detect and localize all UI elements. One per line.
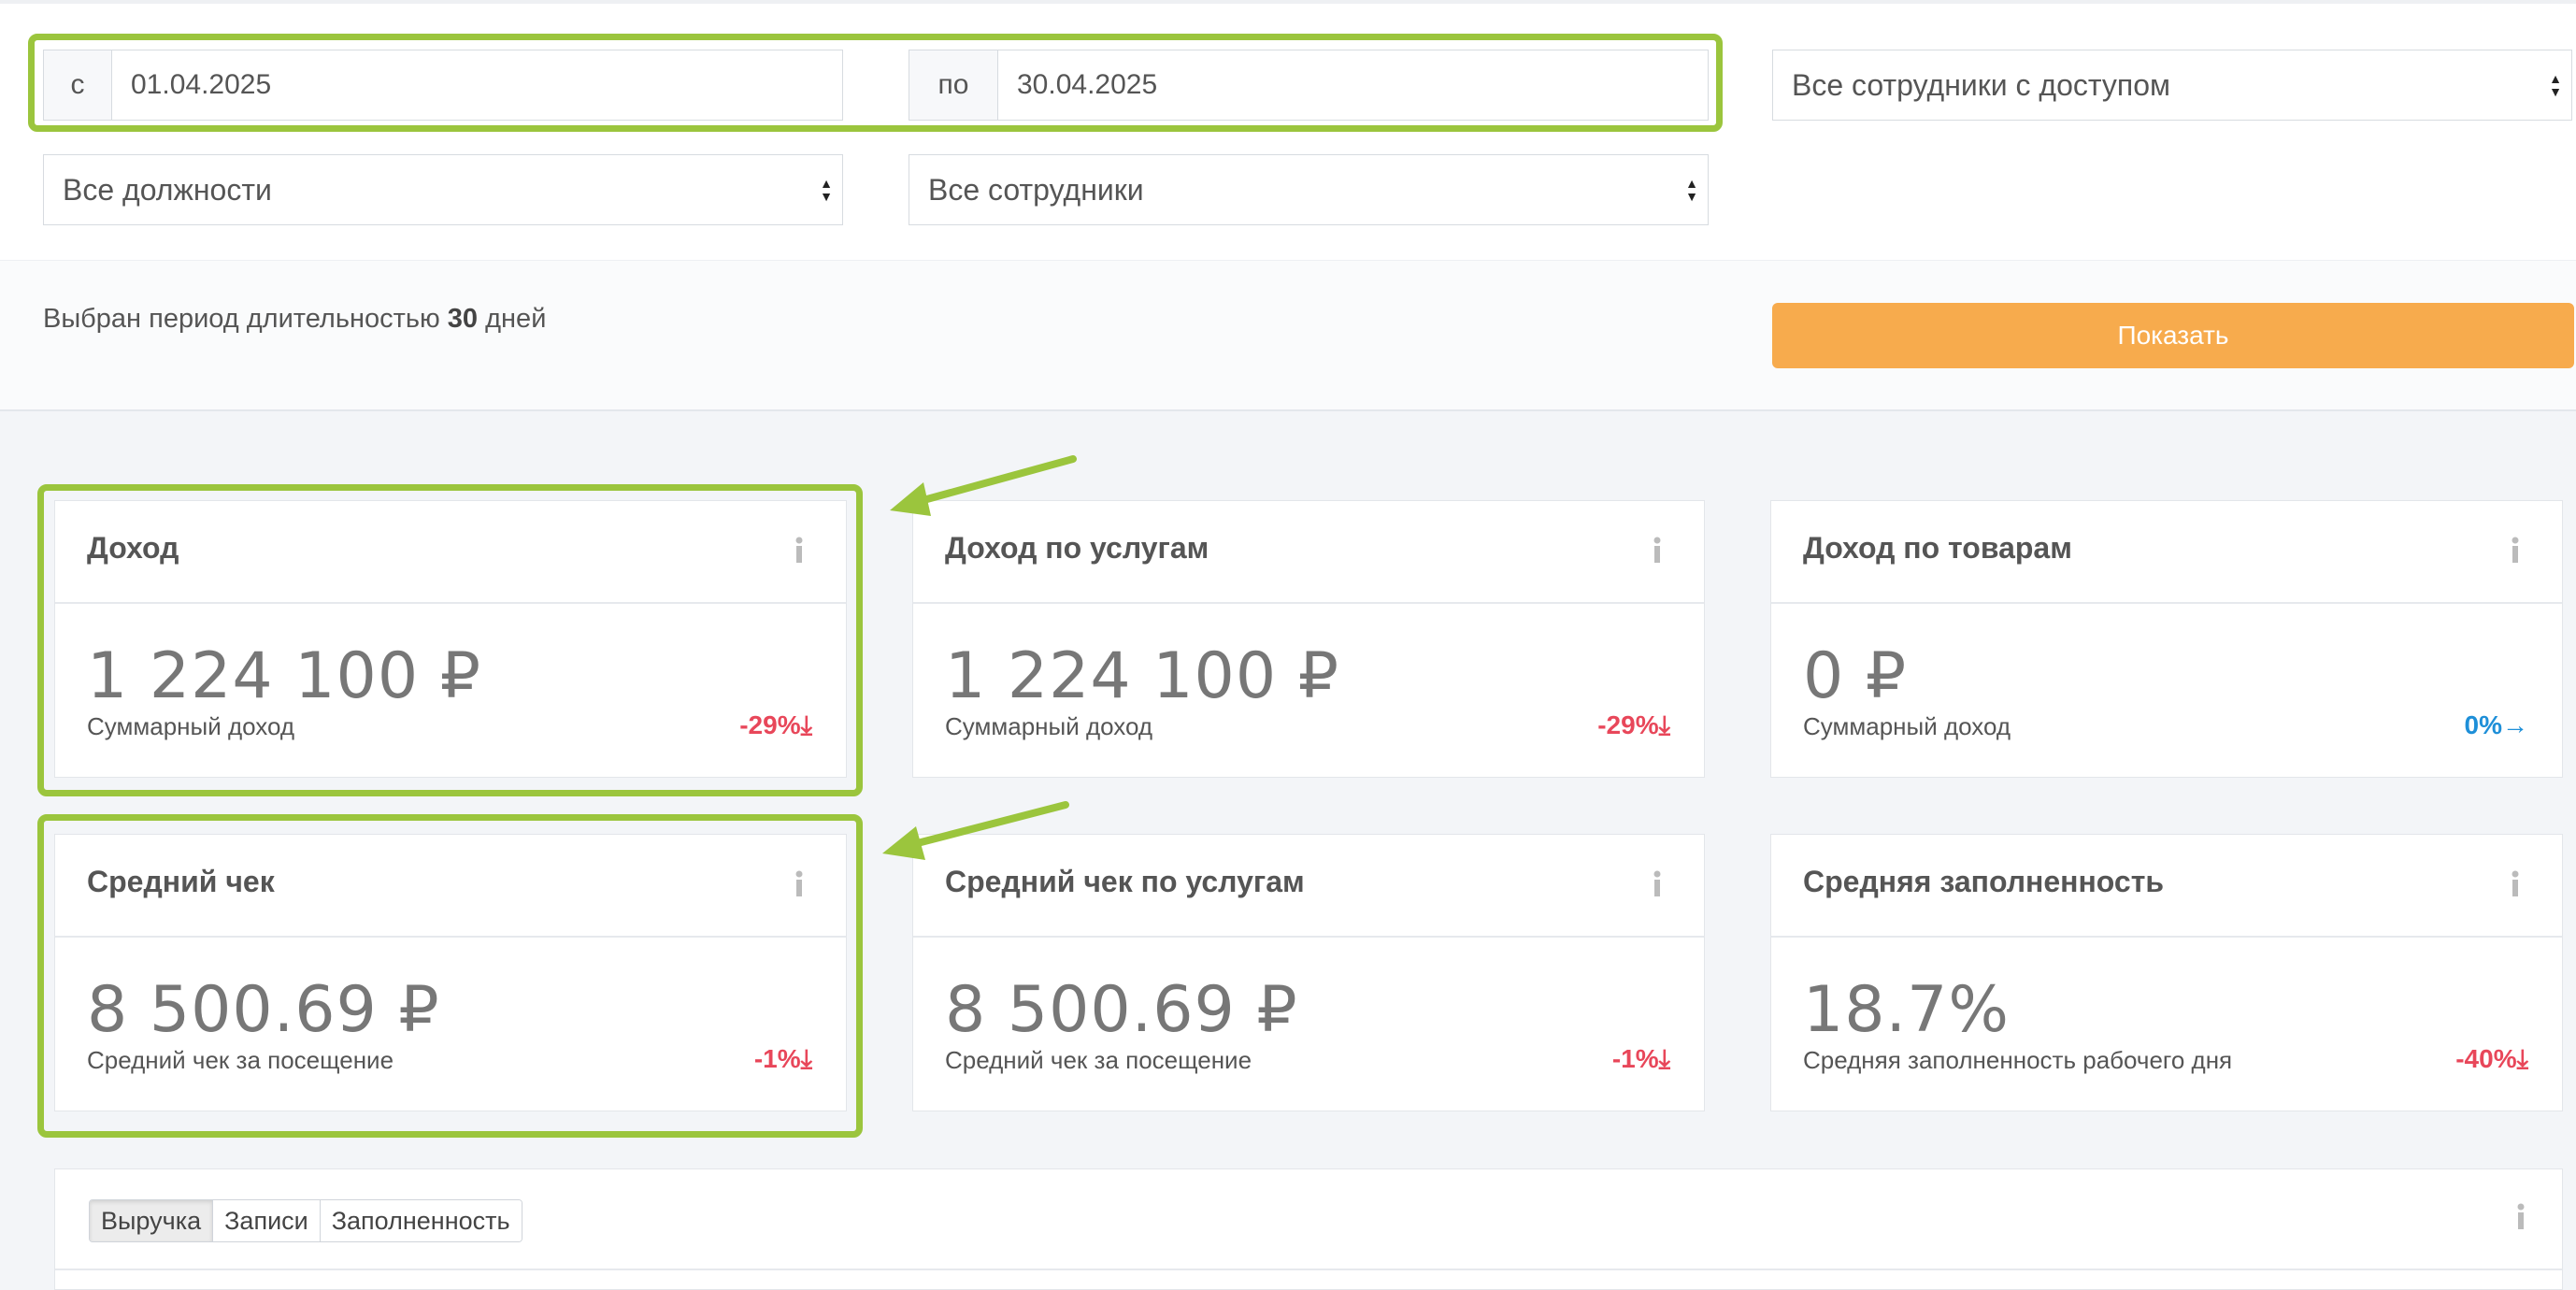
positions-select[interactable]: Все должности ▲ ▼: [43, 154, 843, 225]
change-value: -29%: [1597, 710, 1659, 739]
select-arrows-icon: ▲ ▼: [820, 176, 833, 204]
card-caption: Средний чек за посещение: [945, 1046, 1252, 1074]
tab-revenue[interactable]: Выручка: [90, 1200, 214, 1241]
income-card-highlight: [37, 484, 863, 796]
average-check-card-highlight: [37, 814, 863, 1138]
info-icon[interactable]: [2510, 870, 2521, 896]
select-arrows-icon: ▲ ▼: [2549, 71, 2562, 99]
services-average-check-card: Средний чек по услугам 8 500.69 ₽ Средни…: [912, 834, 1705, 1111]
chart-panel: Выручка Записи Заполненность: [54, 1168, 2563, 1290]
period-summary: Выбран период длительностью 30 дней: [43, 304, 546, 335]
goods-income-card: Доход по товарам 0 ₽ Суммарный доход 0%→: [1770, 500, 2563, 778]
arrow-down-icon: ⤓: [1658, 1044, 1670, 1073]
card-caption: Суммарный доход: [945, 712, 1153, 740]
annotation-arrows: [890, 455, 1077, 516]
date-range-highlight: [28, 34, 1723, 132]
period-days: 30: [447, 304, 479, 334]
chart-tabs: Выручка Записи Заполненность: [89, 1199, 522, 1242]
card-value: 8 500.69 ₽: [945, 973, 1298, 1047]
change-value: 0%: [2464, 710, 2502, 739]
card-change: -40%⤓: [2455, 1044, 2528, 1075]
annotation-arrow-2: [882, 801, 1069, 860]
employees-select-value: Все сотрудники: [928, 172, 1144, 207]
info-icon[interactable]: [2510, 537, 2521, 563]
card-caption: Суммарный доход: [1803, 712, 2011, 740]
card-change: -29%⤓: [1597, 710, 1670, 741]
card-value: 18.7%: [1803, 973, 2011, 1047]
show-button[interactable]: Показать: [1772, 303, 2574, 368]
staff-access-select[interactable]: Все сотрудники с доступом ▲ ▼: [1772, 50, 2572, 121]
info-icon[interactable]: [1652, 870, 1663, 896]
select-arrows-icon: ▲ ▼: [1685, 176, 1698, 204]
change-value: -1%: [1611, 1044, 1659, 1073]
card-caption: Средняя заполненность рабочего дня: [1803, 1046, 2233, 1074]
card-divider: [1771, 936, 2562, 938]
arrow-down-icon: ⤓: [1658, 710, 1670, 739]
card-title: Средняя заполненность: [1803, 865, 2165, 898]
card-value: 0 ₽: [1803, 639, 1908, 713]
tab-appointments[interactable]: Записи: [213, 1200, 321, 1241]
average-occupancy-card: Средняя заполненность 18.7% Средняя запо…: [1770, 834, 2563, 1111]
card-divider: [913, 936, 1704, 938]
card-title: Доход по товарам: [1803, 531, 2072, 565]
top-divider: [0, 0, 2576, 4]
change-value: -40%: [2455, 1044, 2517, 1073]
arrow-down-icon: ⤓: [2516, 1044, 2528, 1073]
arrow-right-icon: →: [2502, 710, 2528, 739]
tab-occupancy[interactable]: Заполненность: [320, 1200, 522, 1241]
card-change: 0%→: [2465, 710, 2528, 740]
info-icon[interactable]: [2515, 1203, 2526, 1229]
employees-select[interactable]: Все сотрудники ▲ ▼: [909, 154, 1709, 225]
card-divider: [1771, 602, 2562, 604]
period-suffix: дней: [485, 304, 547, 334]
filter-panel: с 01.04.2025 по 30.04.2025 Все сотрудник…: [0, 0, 2576, 411]
period-prefix: Выбран период длительностью: [43, 304, 440, 334]
summary-band: Выбран период длительностью 30 дней Пока…: [0, 260, 2576, 409]
info-icon[interactable]: [1652, 537, 1663, 563]
card-change: -1%⤓: [1612, 1044, 1670, 1075]
card-title: Средний чек по услугам: [945, 865, 1305, 898]
panel-divider: [55, 1268, 2562, 1270]
staff-access-select-value: Все сотрудники с доступом: [1792, 67, 2170, 102]
positions-select-value: Все должности: [63, 172, 272, 207]
